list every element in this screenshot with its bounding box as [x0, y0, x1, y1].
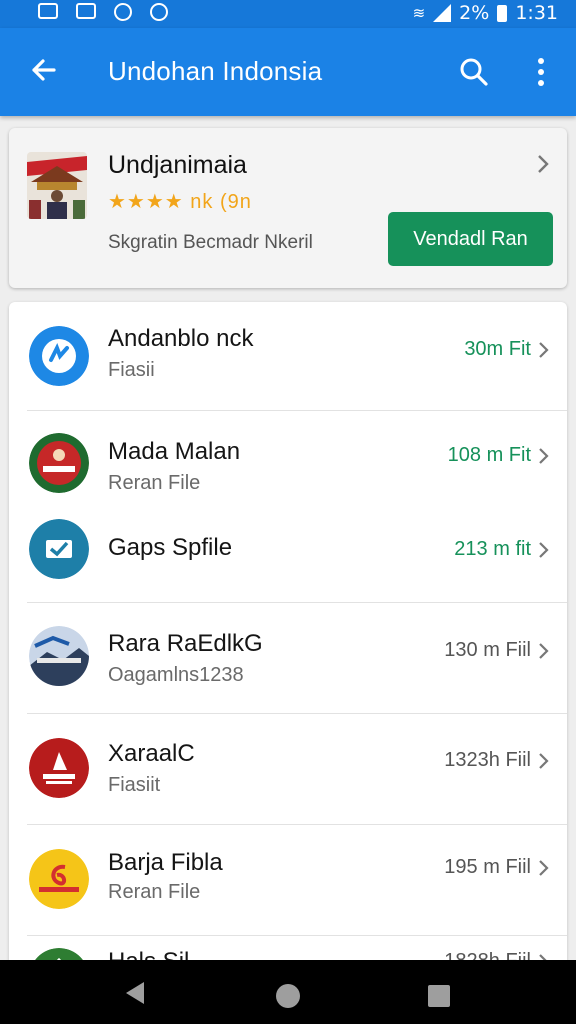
file-subtitle: Oagamlns1238: [108, 664, 244, 686]
list-item[interactable]: Mada Malan Reran File 108 m Fit: [9, 411, 567, 511]
featured-app-name: Undjanimaia: [108, 151, 247, 179]
battery-icon: [497, 4, 508, 22]
list-item[interactable]: Gaps Spfile 213 m fit: [9, 511, 567, 601]
file-name: Gaps Spfile: [108, 534, 233, 561]
yellow-logo-app-icon: [29, 849, 89, 909]
file-name: Rara RaEdlkG: [108, 630, 263, 657]
page-title: Undohan Indonsia: [108, 56, 323, 86]
file-size: 213 m fit: [454, 538, 531, 560]
list-item[interactable]: XaraalC Fiasiit 1323h Fiil: [9, 714, 567, 824]
search-icon[interactable]: [454, 52, 494, 92]
file-subtitle: Reran File: [108, 881, 201, 903]
system-nav-bar: [0, 960, 576, 1024]
file-size: 108 m Fit: [447, 444, 531, 466]
file-size: 195 m Fiil: [444, 856, 531, 878]
featured-description: Skgratin Becmadr Nkeril: [108, 232, 313, 253]
app-bar: Undohan Indonsia: [0, 28, 576, 116]
gallery-icon: [76, 3, 96, 19]
chevron-right-icon: [539, 860, 549, 876]
red-logo-app-icon: [29, 738, 89, 798]
shield-icon: [114, 3, 132, 21]
featured-rating: ★★★★ nk (9n: [108, 189, 252, 214]
signal-icon: [433, 4, 452, 22]
file-list: Andanblo nck Fiasii 30m Fit Mada Malan R…: [9, 302, 567, 1002]
chevron-right-icon: [539, 643, 549, 659]
file-name: Barja Fibla: [108, 849, 223, 876]
chevron-right-icon: [539, 542, 549, 558]
file-name: Mada Malan: [108, 438, 241, 465]
file-subtitle: Reran File: [108, 472, 201, 494]
list-item[interactable]: Andanblo nck Fiasii 30m Fit: [9, 302, 567, 410]
landscape-app-icon: [29, 626, 89, 686]
chevron-right-icon: [539, 753, 549, 769]
notification-icon: [38, 3, 58, 19]
nav-recents-icon[interactable]: [428, 985, 450, 1007]
file-name: XaraalC: [108, 740, 195, 767]
list-item[interactable]: Rara RaEdlkG Oagamlns1238 130 m Fiil: [9, 603, 567, 713]
blue-circle-app-icon: [29, 326, 89, 386]
rating-text: nk (9n: [190, 191, 252, 213]
file-name: Andanblo nck: [108, 325, 254, 352]
chevron-right-icon: [539, 342, 549, 358]
wifi-icon: ≋: [412, 4, 426, 22]
list-item[interactable]: Barja Fibla Reran File 195 m Fiil: [9, 825, 567, 935]
file-size: 30m Fit: [464, 338, 531, 360]
more-vert-icon[interactable]: [526, 52, 556, 92]
rating-stars: ★★★★: [108, 191, 184, 213]
battery-percent: 2%: [459, 2, 490, 24]
file-subtitle: Fiasii: [108, 359, 155, 381]
messenger-icon: [150, 3, 168, 21]
clock: 1:31: [515, 2, 558, 24]
nav-home-icon[interactable]: [276, 984, 300, 1008]
file-subtitle: Fiasiit: [108, 774, 161, 796]
download-button[interactable]: Vendadl Ran: [388, 212, 553, 266]
status-bar: ≋ 2% 1:31: [0, 0, 576, 28]
teal-check-app-icon: [29, 519, 89, 579]
featured-app-thumbnail: [27, 152, 87, 219]
chevron-right-icon[interactable]: [533, 152, 553, 176]
file-size: 1323h Fiil: [444, 749, 531, 771]
red-green-app-icon: [29, 433, 89, 493]
chevron-right-icon: [539, 448, 549, 464]
nav-back-icon[interactable]: [122, 980, 148, 1006]
back-arrow-icon[interactable]: [24, 50, 64, 90]
file-size: 130 m Fiil: [444, 639, 531, 661]
featured-app-card[interactable]: Undjanimaia ★★★★ nk (9n Skgratin Becmadr…: [9, 128, 567, 288]
